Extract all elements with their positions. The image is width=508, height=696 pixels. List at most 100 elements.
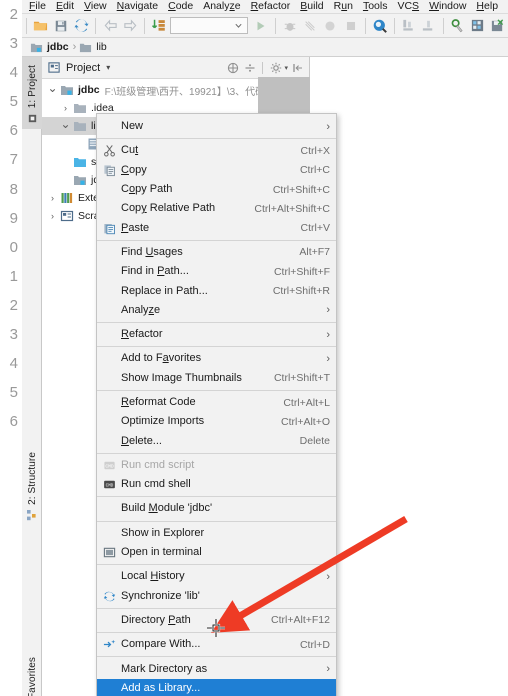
- menu-window[interactable]: Window: [424, 0, 471, 13]
- left-tool-window-bar: 1: Project 2: Structure Favorites: [22, 57, 42, 696]
- menu-separator: [97, 656, 336, 658]
- expand-all-icon[interactable]: [242, 60, 257, 75]
- menu-file[interactable]: File: [24, 0, 51, 13]
- run-icon[interactable]: [252, 16, 270, 36]
- menu-edit[interactable]: Edit: [51, 0, 79, 13]
- context-menu-item-build-module-jdbc[interactable]: Build Module 'jdbc': [97, 499, 336, 518]
- context-menu-item-copy[interactable]: Copy Ctrl+C: [97, 161, 336, 180]
- external-libraries-icon: [59, 190, 75, 206]
- context-menu-item-cut[interactable]: Cut Ctrl+X: [97, 141, 336, 160]
- menu-help[interactable]: Help: [471, 0, 503, 13]
- hide-panel-icon[interactable]: [290, 60, 305, 75]
- stop-icon[interactable]: [341, 16, 359, 36]
- chevron-down-icon[interactable]: ⌄: [59, 117, 72, 131]
- project-structure-icon[interactable]: [420, 16, 438, 36]
- menu-view[interactable]: View: [79, 0, 112, 13]
- chevron-down-icon[interactable]: ⌄: [46, 81, 59, 95]
- context-menu-item-copy-relative-path[interactable]: Copy Relative Path Ctrl+Alt+Shift+C: [97, 199, 336, 218]
- menu-separator: [97, 346, 336, 348]
- context-menu-item-label: Open in terminal: [121, 546, 202, 559]
- context-menu-item-show-image-thumbnails[interactable]: Show Image Thumbnails Ctrl+Shift+T: [97, 369, 336, 388]
- save-green-icon[interactable]: [489, 16, 507, 36]
- toolbar-separator: [393, 17, 395, 34]
- context-menu-item-delete[interactable]: Delete... Delete: [97, 431, 336, 450]
- database-icon[interactable]: [469, 16, 487, 36]
- main-toolbar: [22, 14, 508, 38]
- save-all-icon[interactable]: [52, 16, 70, 36]
- context-menu-item-mark-directory-as[interactable]: Mark Directory as ›: [97, 659, 336, 678]
- copy-icon: [101, 162, 118, 178]
- chevron-down-icon[interactable]: ▾: [106, 63, 110, 72]
- chevron-right-icon[interactable]: ›: [46, 193, 59, 203]
- menu-build[interactable]: Build: [295, 0, 328, 13]
- project-icon: [28, 114, 36, 122]
- menu-code[interactable]: Code: [163, 0, 198, 13]
- menu-refactor[interactable]: Refactor: [246, 0, 296, 13]
- menu-analyze[interactable]: Analyze: [198, 0, 245, 13]
- breadcrumb-item-lib[interactable]: lib: [79, 41, 107, 54]
- search-everywhere-icon[interactable]: [370, 16, 388, 36]
- context-menu-item-label: Paste: [121, 221, 150, 234]
- forward-arrow-icon[interactable]: [121, 16, 139, 36]
- context-menu-item-run-cmd-shell[interactable]: CMD Run cmd shell: [97, 475, 336, 494]
- chevron-right-icon[interactable]: ›: [46, 211, 59, 221]
- tool-window-tab-structure[interactable]: 2: Structure: [22, 452, 42, 521]
- context-menu-item-shortcut: Ctrl+X: [300, 144, 330, 157]
- back-arrow-icon[interactable]: [101, 16, 119, 36]
- toolbar-separator: [144, 17, 146, 34]
- context-menu-item-shortcut: Ctrl+Alt+F12: [271, 614, 330, 627]
- context-menu-item-paste[interactable]: Paste Ctrl+V: [97, 218, 336, 237]
- menu-separator: [97, 452, 336, 454]
- toolbar-separator: [364, 17, 366, 34]
- context-menu-item-label: Local History: [121, 570, 185, 583]
- compare-icon: [101, 637, 118, 653]
- settings-sync-icon[interactable]: [400, 16, 418, 36]
- tool-window-tab-favorites[interactable]: Favorites: [22, 657, 42, 696]
- run-configuration-select[interactable]: [170, 17, 249, 34]
- sync-refresh-icon[interactable]: [72, 16, 90, 36]
- update-project-icon[interactable]: [150, 16, 168, 36]
- menu-item-no-icon: [101, 182, 118, 198]
- menu-run[interactable]: Run: [329, 0, 358, 13]
- context-menu-item-label: Copy Relative Path: [121, 202, 216, 215]
- menu-tools[interactable]: Tools: [358, 0, 393, 13]
- gutter-line-number: 2: [9, 6, 18, 23]
- settings-gear-icon[interactable]: [268, 60, 283, 75]
- menu-item-no-icon: [101, 661, 118, 677]
- profile-icon[interactable]: [321, 16, 339, 36]
- context-menu-item-refactor[interactable]: Refactor ›: [97, 325, 336, 344]
- context-menu-item-optimize-imports[interactable]: Optimize Imports Ctrl+Alt+O: [97, 412, 336, 431]
- context-menu-item-copy-path[interactable]: Copy Path Ctrl+Shift+C: [97, 180, 336, 199]
- context-menu-item-reformat-code[interactable]: Reformat Code Ctrl+Alt+L: [97, 393, 336, 412]
- context-menu-item-add-to-favorites[interactable]: Add to Favorites ›: [97, 349, 336, 368]
- tool-window-tab-project[interactable]: 1: Project: [22, 57, 42, 129]
- collapse-all-icon[interactable]: [225, 60, 240, 75]
- run-coverage-icon[interactable]: [301, 16, 319, 36]
- chevron-right-icon[interactable]: ›: [59, 103, 72, 113]
- context-menu-item-show-in-explorer[interactable]: Show in Explorer: [97, 524, 336, 543]
- chevron-down-icon[interactable]: ▾: [284, 64, 288, 72]
- menu-separator: [97, 239, 336, 241]
- context-menu-item-find-usages[interactable]: Find Usages Alt+F7: [97, 243, 336, 262]
- menu-vcs[interactable]: VCS: [392, 0, 424, 13]
- gutter-line-number: 4: [9, 355, 18, 373]
- cut-icon: [101, 143, 118, 159]
- debug-icon[interactable]: [281, 16, 299, 36]
- context-menu-item-label: Run cmd shell: [121, 478, 191, 491]
- context-menu-item-open-in-terminal[interactable]: Open in terminal: [97, 543, 336, 562]
- context-menu-item-find-in-path[interactable]: Find in Path... Ctrl+Shift+F: [97, 262, 336, 281]
- open-folder-icon[interactable]: [32, 16, 50, 36]
- mouse-cursor: [207, 619, 225, 637]
- context-menu-item-local-history[interactable]: Local History ›: [97, 567, 336, 586]
- tool-window-tab-favorites-label: Favorites: [26, 657, 38, 696]
- context-menu-item-synchronize-lib[interactable]: Synchronize 'lib': [97, 587, 336, 606]
- context-menu-item-analyze[interactable]: Analyze ›: [97, 301, 336, 320]
- menu-navigate[interactable]: Navigate: [112, 0, 163, 13]
- menu-item-no-icon: [101, 327, 118, 343]
- breadcrumb-item-jdbc[interactable]: jdbc: [30, 41, 69, 54]
- context-menu-item-add-as-library[interactable]: Add as Library...: [97, 678, 336, 696]
- context-menu-item-replace-in-path[interactable]: Replace in Path... Ctrl+Shift+R: [97, 281, 336, 300]
- settings-gear-icon[interactable]: [449, 16, 467, 36]
- context-menu-item-shortcut: Ctrl+Shift+C: [272, 183, 330, 196]
- context-menu-item-new[interactable]: New ›: [97, 117, 336, 136]
